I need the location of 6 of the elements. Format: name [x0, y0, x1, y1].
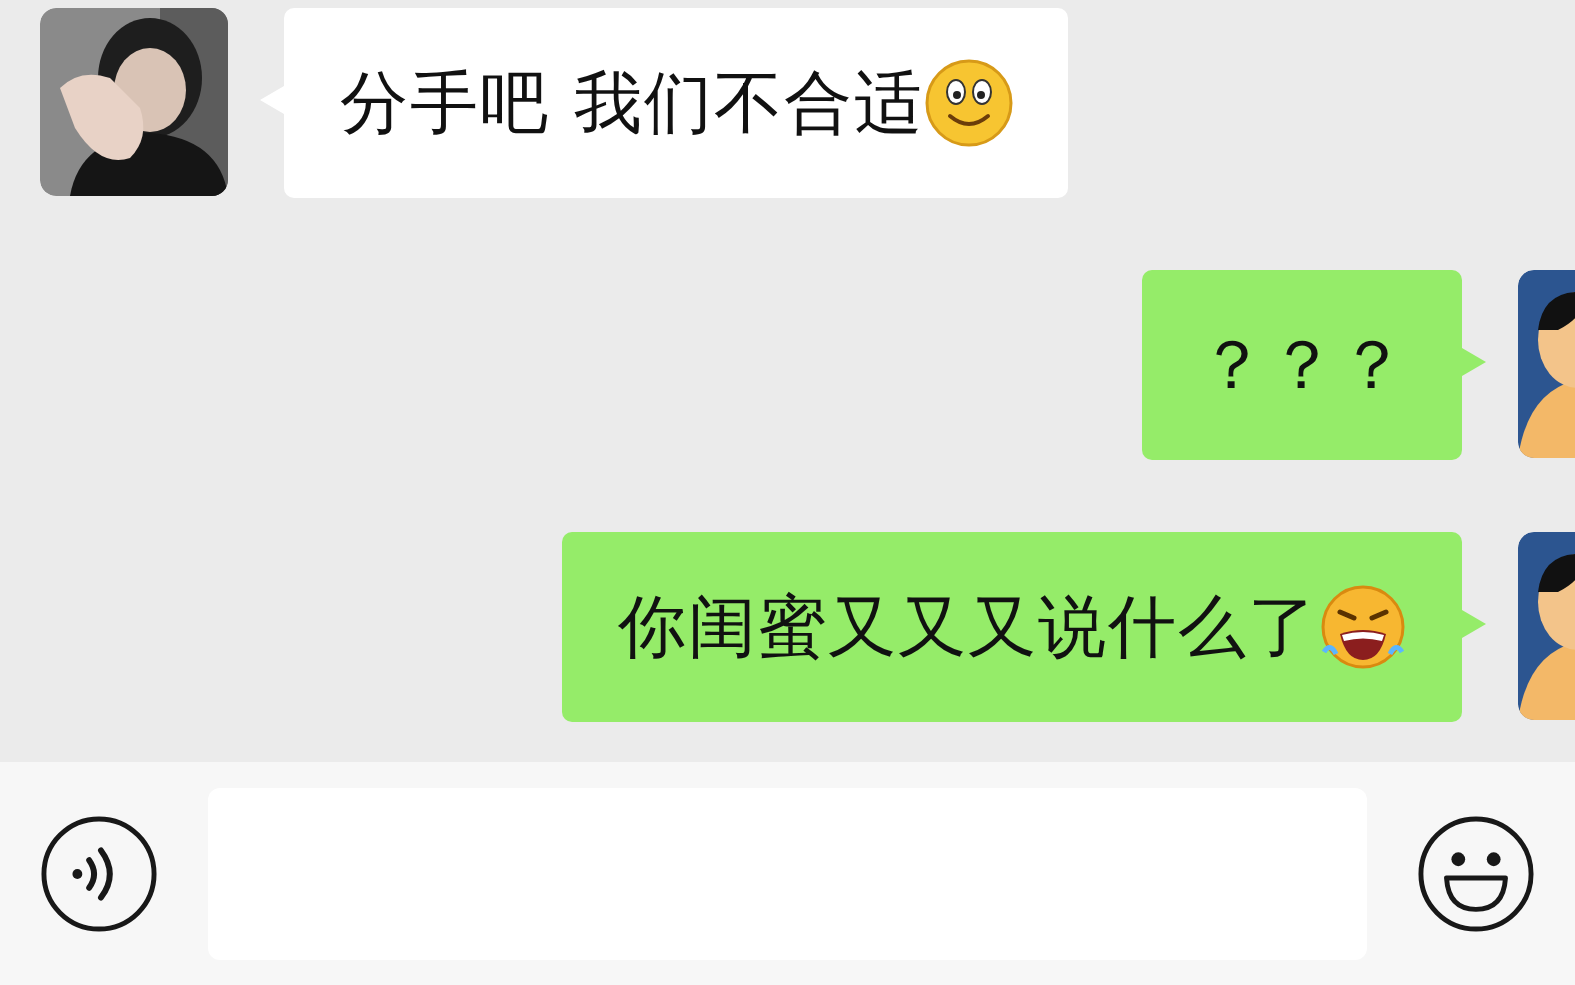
voice-icon[interactable] [40, 814, 158, 933]
message-text: 你闺蜜又又又说什么了 [618, 585, 1318, 668]
message-text: 分手吧 我们不合适 [340, 61, 924, 144]
emoji-icon[interactable] [1417, 814, 1535, 933]
smiley-icon [923, 58, 1014, 148]
message-text: ？？？ [1198, 323, 1408, 406]
